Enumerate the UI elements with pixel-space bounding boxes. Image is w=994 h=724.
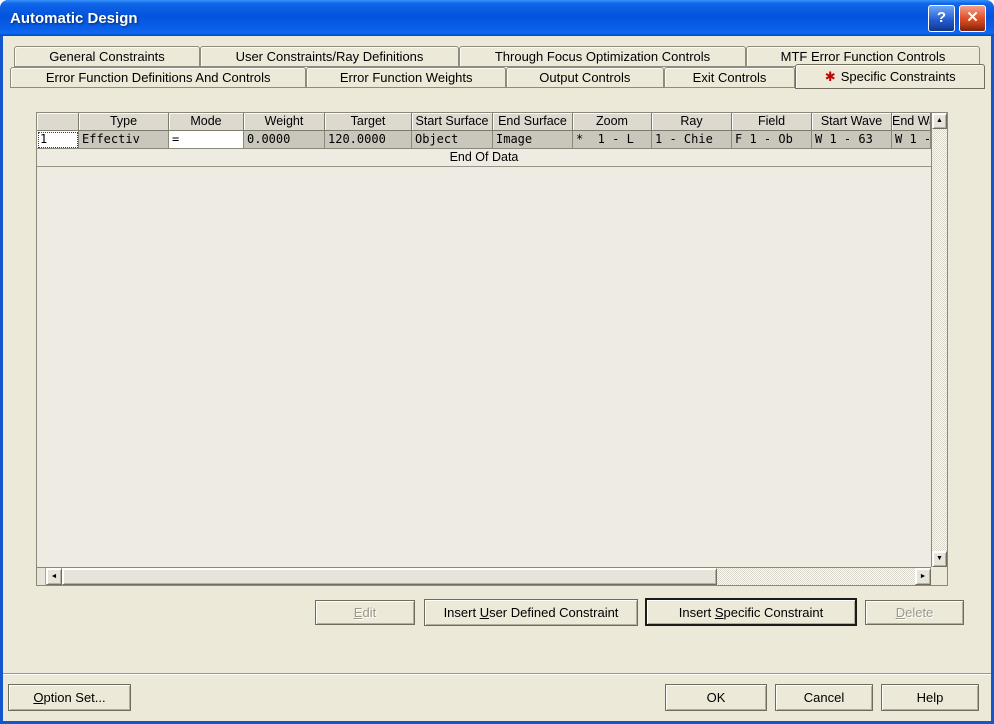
cell-field[interactable]: F 1 - Ob [732,131,812,149]
insert-specific-constraint-button[interactable]: Insert Specific Constraint [645,598,857,626]
cell-ray[interactable]: 1 - Chie [652,131,732,149]
help-button[interactable]: Help [881,684,979,711]
window-title: Automatic Design [10,10,924,27]
insert-user-label: Insert [444,605,480,620]
col-header-zoom[interactable]: Zoom [573,113,652,131]
col-header-rownum[interactable] [37,113,79,131]
tab-through-focus-optimization-controls[interactable]: Through Focus Optimization Controls [459,46,746,67]
insert-user-defined-constraint-button[interactable]: Insert User Defined Constraint [424,599,638,626]
cell-rownum[interactable]: 1 [37,131,79,149]
footer-divider [3,673,991,675]
col-header-field[interactable]: Field [732,113,812,131]
col-header-end-wave[interactable]: End Wave [892,113,931,131]
scroll-down-icon[interactable]: ▼ [932,551,947,567]
modified-asterisk-icon: ✱ [825,69,836,84]
col-header-end-surface[interactable]: End Surface [493,113,573,131]
titlebar[interactable]: Automatic Design ? ✕ [0,0,994,36]
constraints-grid: Type Mode Weight Target Start Surface En… [36,112,948,586]
cancel-button[interactable]: Cancel [775,684,873,711]
col-header-ray[interactable]: Ray [652,113,732,131]
cell-mode[interactable]: = [169,131,244,149]
cell-target[interactable]: 120.0000 [325,131,412,149]
horizontal-scroll-thumb[interactable] [62,568,717,585]
scrollbar-gripper [37,568,46,585]
grid-body: Type Mode Weight Target Start Surface En… [37,113,931,567]
tab-row-2: Error Function Definitions And Controls … [10,67,985,92]
tab-general-constraints[interactable]: General Constraints [14,46,200,67]
col-header-start-wave[interactable]: Start Wave [812,113,892,131]
cell-zoom[interactable]: * 1 - L [573,131,652,149]
ok-button[interactable]: OK [665,684,767,711]
tab-user-constraints-ray-definitions[interactable]: User Constraints/Ray Definitions [200,46,459,67]
tab-specific-constraints[interactable]: ✱ Specific Constraints [795,64,985,89]
constraint-row: 1 Effectiv = 0.0000 120.0000 Object Imag… [37,131,931,149]
delete-button[interactable]: Delete [865,600,964,625]
col-header-type[interactable]: Type [79,113,169,131]
horizontal-scrollbar[interactable]: ◄ ► [37,567,931,585]
tab-specific-constraints-label: Specific Constraints [841,69,956,84]
cell-end-surface[interactable]: Image [493,131,573,149]
vertical-scrollbar[interactable]: ▲ ▼ [931,113,947,567]
scroll-right-icon[interactable]: ► [915,568,931,585]
grid-header-row: Type Mode Weight Target Start Surface En… [37,113,931,131]
col-header-start-surface[interactable]: Start Surface [412,113,493,131]
automatic-design-dialog: Automatic Design ? ✕ General Constraints… [0,0,994,724]
tab-exit-controls[interactable]: Exit Controls [664,67,796,88]
tab-error-function-weights[interactable]: Error Function Weights [306,67,506,88]
tab-output-controls[interactable]: Output Controls [506,67,664,88]
cell-type[interactable]: Effectiv [79,131,169,149]
cell-start-wave[interactable]: W 1 - 63 [812,131,892,149]
tab-error-function-definitions-and-controls[interactable]: Error Function Definitions And Controls [10,67,306,88]
option-set-button[interactable]: Option Set... [8,684,131,711]
help-icon[interactable]: ? [928,5,955,32]
edit-button[interactable]: Edit [315,600,415,625]
scroll-left-icon[interactable]: ◄ [46,568,62,585]
end-of-data-marker: End Of Data [37,149,931,167]
scroll-up-icon[interactable]: ▲ [932,113,947,129]
insert-specific-label: Insert [679,605,715,620]
col-header-target[interactable]: Target [325,113,412,131]
cell-weight[interactable]: 0.0000 [244,131,325,149]
col-header-weight[interactable]: Weight [244,113,325,131]
cell-start-surface[interactable]: Object [412,131,493,149]
cell-end-wave[interactable]: W 1 - [892,131,931,149]
col-header-mode[interactable]: Mode [169,113,244,131]
scrollbar-corner [931,567,947,585]
horizontal-scroll-track[interactable] [717,568,915,585]
close-icon[interactable]: ✕ [959,5,986,32]
